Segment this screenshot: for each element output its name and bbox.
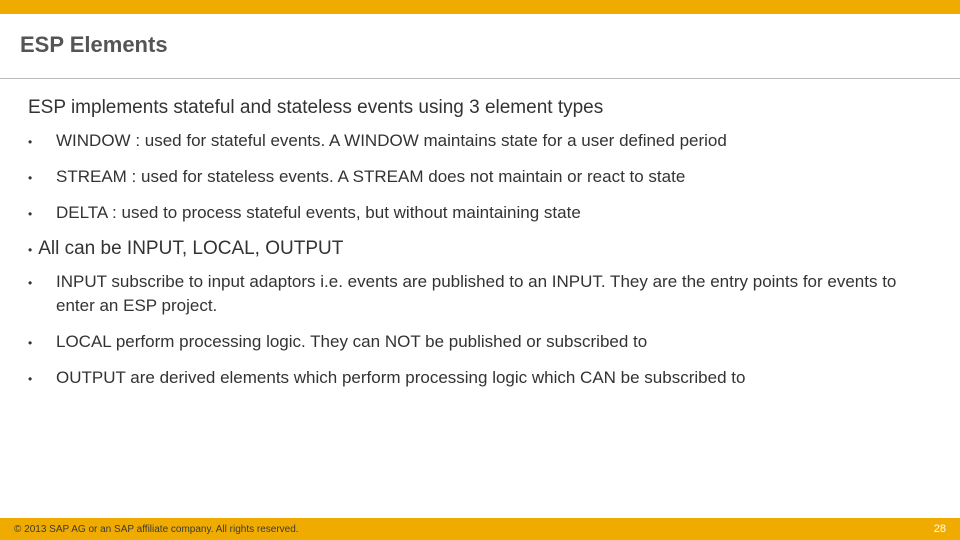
sub-lead-text: All can be INPUT, LOCAL, OUTPUT (38, 238, 343, 260)
list-item: WINDOW : used for stateful events. A WIN… (28, 129, 932, 153)
list-item-text: WINDOW : used for stateful events. A WIN… (56, 129, 727, 153)
list-item: DELTA : used to process stateful events,… (28, 201, 932, 225)
bullet-icon (28, 366, 56, 389)
bullet-icon (28, 201, 56, 224)
accent-top-bar (0, 0, 960, 14)
list-item: INPUT subscribe to input adaptors i.e. e… (28, 270, 932, 318)
content-area: ESP implements stateful and stateless ev… (0, 79, 960, 390)
header: ESP Elements (0, 14, 960, 68)
bullet-icon (28, 165, 56, 188)
page-title: ESP Elements (20, 32, 940, 58)
footer-bar: © 2013 SAP AG or an SAP affiliate compan… (0, 518, 960, 540)
bullet-icon (28, 270, 56, 293)
list-item-text: OUTPUT are derived elements which perfor… (56, 366, 745, 390)
list-item-text: STREAM : used for stateless events. A ST… (56, 165, 685, 189)
bullet-list-2: INPUT subscribe to input adaptors i.e. e… (28, 270, 932, 389)
page-number: 28 (934, 523, 946, 535)
bullet-icon: • (28, 243, 32, 257)
list-item: LOCAL perform processing logic. They can… (28, 330, 932, 354)
list-item-text: DELTA : used to process stateful events,… (56, 201, 581, 225)
lead-text: ESP implements stateful and stateless ev… (28, 97, 932, 119)
list-item-text: LOCAL perform processing logic. They can… (56, 330, 647, 354)
list-item-text: INPUT subscribe to input adaptors i.e. e… (56, 270, 932, 318)
list-item: OUTPUT are derived elements which perfor… (28, 366, 932, 390)
bullet-list-1: WINDOW : used for stateful events. A WIN… (28, 129, 932, 224)
list-item: STREAM : used for stateless events. A ST… (28, 165, 932, 189)
bullet-icon (28, 330, 56, 353)
bullet-icon (28, 129, 56, 152)
sub-lead-row: • All can be INPUT, LOCAL, OUTPUT (28, 238, 932, 260)
copyright-text: © 2013 SAP AG or an SAP affiliate compan… (14, 524, 299, 535)
